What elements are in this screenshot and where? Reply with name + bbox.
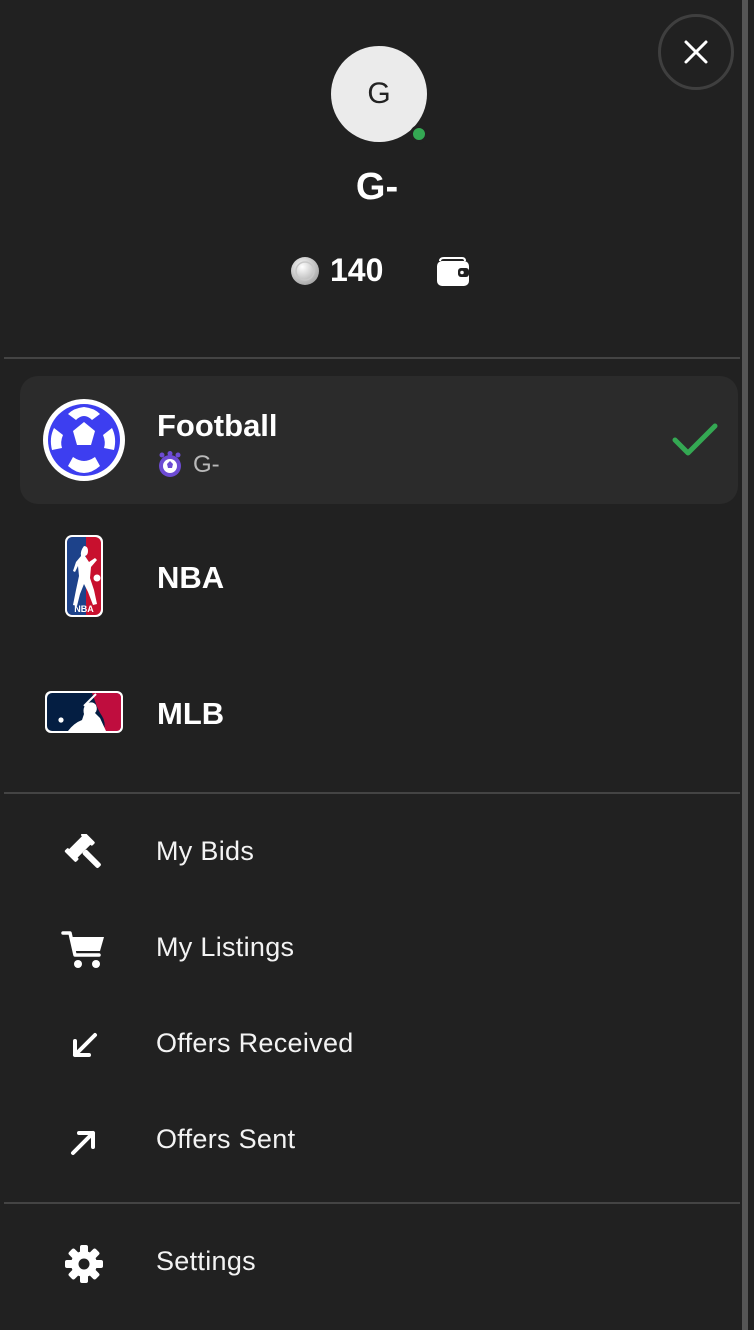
menu-item-my-listings[interactable]: My Listings [4, 902, 740, 998]
divider [4, 1202, 740, 1204]
menu-label: Settings [156, 1246, 256, 1276]
divider [4, 357, 740, 359]
coin-icon [291, 257, 319, 285]
arrow-up-right-icon [60, 1120, 108, 1164]
arrow-down-left-icon [60, 1024, 108, 1068]
checkmark-icon [672, 423, 718, 456]
gavel-icon [60, 832, 108, 876]
menu-label: My Listings [156, 932, 295, 962]
nba-logo: NBA [65, 535, 103, 617]
gear-icon [60, 1242, 108, 1286]
avatar-initial: G [367, 77, 391, 110]
menu-item-settings[interactable]: Settings [4, 1216, 740, 1312]
username: G- [355, 166, 399, 208]
football-logo [43, 399, 125, 481]
sport-name: MLB [157, 696, 225, 731]
sport-subtitle: G- [157, 450, 220, 480]
close-button[interactable] [658, 14, 734, 90]
coin-balance: 140 [330, 252, 384, 288]
sport-item-mlb[interactable]: MLB [20, 648, 738, 776]
club-badge-icon [159, 451, 181, 477]
wallet-icon[interactable] [436, 256, 470, 288]
cart-icon [60, 928, 108, 972]
sport-subtitle-text: G- [193, 451, 220, 478]
online-status-dot [410, 125, 428, 143]
svg-text:NBA: NBA [74, 604, 94, 614]
menu-label: Offers Received [156, 1028, 354, 1058]
divider [4, 792, 740, 794]
sport-item-nba[interactable]: NBA NBA [20, 512, 738, 640]
sport-name: Football [157, 408, 278, 443]
menu-item-offers-sent[interactable]: Offers Sent [4, 1094, 740, 1190]
sport-item-football[interactable]: Football G- [20, 376, 738, 504]
menu-label: My Bids [156, 836, 255, 866]
close-icon [684, 40, 708, 64]
balance-row: 140 [0, 250, 754, 294]
menu-label: Offers Sent [156, 1124, 296, 1154]
menu-item-offers-received[interactable]: Offers Received [4, 998, 740, 1094]
sport-name: NBA [157, 560, 225, 595]
menu-item-my-bids[interactable]: My Bids [4, 806, 740, 902]
mlb-logo [45, 691, 123, 733]
